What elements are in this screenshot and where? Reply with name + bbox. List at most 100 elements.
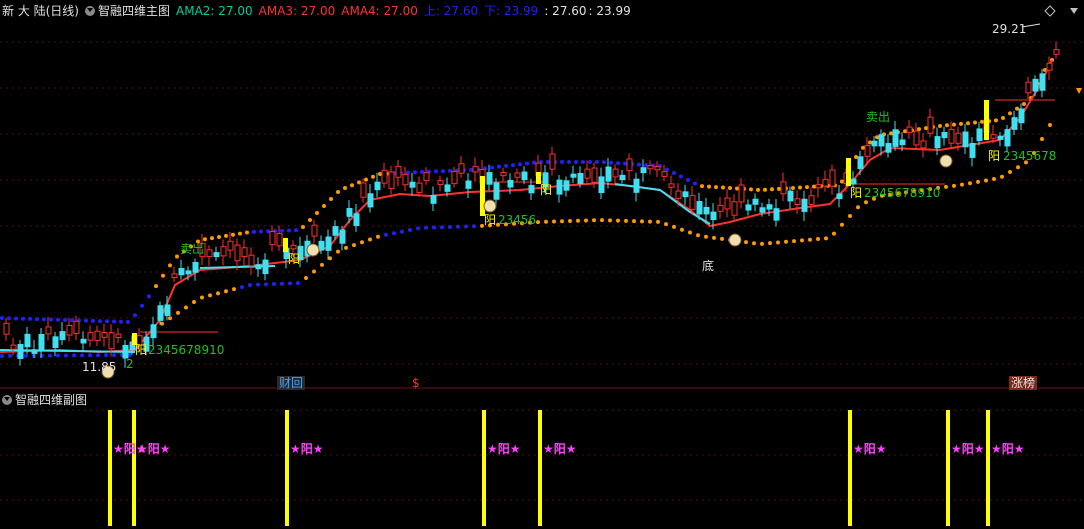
candle-body [395,165,402,178]
sub-indicator-name[interactable]: 智融四维副图 [15,391,87,409]
lower-band-dot [848,214,852,218]
upper-band-dot [609,160,613,165]
lower-band-dot [24,353,28,358]
lower-band-dot [280,281,284,286]
upper-band-dot [791,185,795,190]
lower-band-dot [664,222,668,227]
lower-band-dot [592,218,596,223]
upper-band-dot [0,316,4,321]
upper-band-dot [126,319,130,324]
candle-body [367,193,374,208]
upper-band-dot [567,160,571,164]
upper-band-dot [924,126,928,131]
candle-body [668,183,675,188]
candle-body [710,211,717,221]
lower-band-dot [856,205,860,210]
lower-band-dot [264,282,268,287]
upper-band-dot [812,184,816,189]
candle-body [1053,49,1060,55]
upper-band-dot [42,317,46,322]
lower-band-dot [640,219,644,224]
candle-body [164,304,171,316]
lower-band-dot [816,237,820,242]
sub-signal-text: ★阳★ [290,442,324,456]
candle-body [150,324,157,339]
upper-band-dot [364,177,368,182]
candle-body [374,181,381,191]
candle-body [836,193,843,200]
candle-body [941,131,948,139]
lower-band-dot [688,230,692,235]
candle-body [206,249,213,258]
candle-body [94,330,101,342]
finance-report-tag[interactable]: 财回 [277,376,306,390]
candle-body [528,184,535,194]
sell-signal-2: 卖出 [866,110,891,124]
lower-band-dot [792,239,796,244]
yang-signal-bar [846,158,851,186]
upper-band-dot [749,187,753,192]
lower-band-dot [176,310,180,315]
sub-signal-bar [848,410,852,526]
candle-body [17,344,24,359]
lower-band-dot [464,224,468,229]
upper-band-dot [329,197,333,201]
candle-body [220,246,227,257]
dollar-tag[interactable]: $ [410,376,422,390]
candle-body [444,184,451,192]
upper-band-dot [770,187,774,192]
candle-body [906,126,913,133]
money-bag-icon [939,154,953,168]
upper-band-dot [735,186,739,191]
candle-body [416,182,423,193]
lower-band-dot [376,234,380,239]
upper-band-dot [945,123,949,128]
upper-band-dot [959,121,963,126]
candle-body [409,181,416,188]
lower-band-dot [312,269,316,274]
yang-signal-bar [283,238,288,252]
candle-body [87,332,94,341]
sub-signal-text: ★阳★ [991,442,1025,456]
ama-line-cyan [614,183,711,225]
candle-body [185,270,192,275]
lower-band-dot [184,305,188,310]
candle-body [577,173,584,184]
candle-body [80,338,87,344]
lower-band-dot [800,238,804,243]
sub-dropdown-circle-icon[interactable] [2,395,12,405]
upper-band-dot [532,160,536,165]
upper-band-dot [588,160,592,164]
candle-body [31,349,38,354]
upper-band-dot [231,232,235,237]
lower-band-dot [368,237,372,242]
upper-band-dot [707,184,711,189]
limit-up-list-tag[interactable]: 涨榜 [1009,376,1038,390]
lower-band-dot [384,232,388,237]
lower-band-dot [96,353,100,358]
lower-band-dot [248,283,252,287]
candle-body [633,178,640,193]
lower-band-dot [200,295,204,300]
lower-band-dot [992,177,996,182]
upper-band-dot [854,155,858,159]
lower-band-dot [408,228,412,232]
candle-body [101,331,108,338]
yang-signal-2: 阳 [288,252,301,266]
upper-band-dot [56,317,60,322]
candle-body [549,153,556,170]
lower-band-dot [56,353,60,358]
upper-band-dot [161,273,165,278]
upper-band-dot [168,263,172,268]
lower-band-dot [944,184,948,189]
candle-body [507,179,514,188]
upper-band-dot [497,164,501,169]
lower-band-dot [392,231,396,236]
upper-band-dot [602,160,606,165]
candle-body [10,344,17,350]
candle-body [829,169,836,187]
lower-band-dot [720,236,724,241]
candle-body [808,195,815,205]
upper-band-dot [217,234,221,239]
lower-band-dot [952,183,956,188]
